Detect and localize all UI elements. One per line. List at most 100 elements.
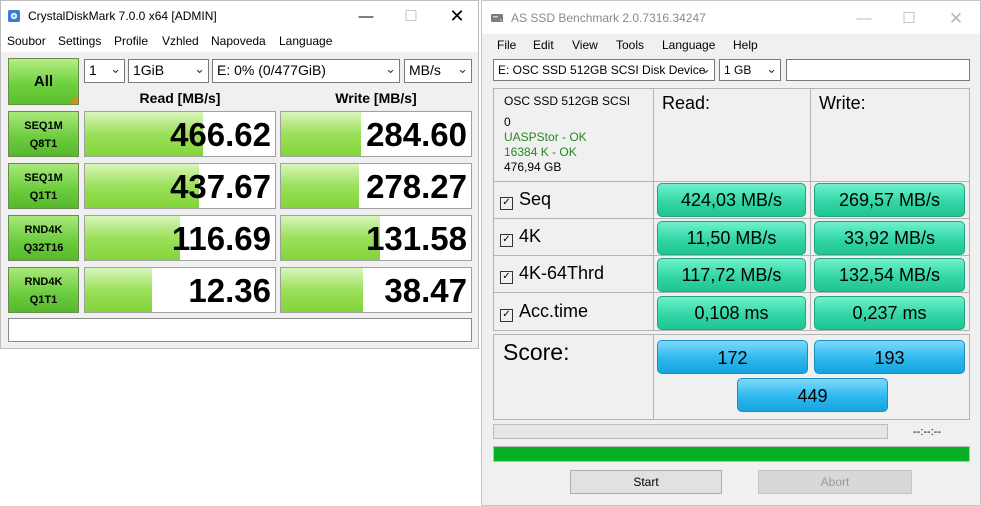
close-button[interactable]: ✕: [933, 3, 979, 34]
chevron-down-icon: ⌄: [700, 61, 711, 76]
write-bar: [281, 112, 361, 156]
row-label: 4K: [519, 226, 542, 246]
checkbox-checked-icon[interactable]: ✓: [500, 234, 513, 247]
test-sublabel: Q8T1: [29, 138, 58, 150]
cdm-titlebar: CrystalDiskMark 7.0.0 x64 [ADMIN] — ☐ ✕: [1, 1, 478, 32]
read-column-header: Read:: [662, 93, 711, 113]
close-button[interactable]: ✕: [434, 1, 480, 32]
test-row-4k: ✓ 4K: [493, 218, 654, 256]
progress-bar: [493, 424, 888, 439]
menu-profile[interactable]: Profile: [114, 34, 148, 48]
test-sublabel: Q32T16: [23, 242, 64, 254]
read-result: 116.69: [84, 215, 276, 261]
disk-app-icon: [8, 10, 20, 22]
test-label: SEQ1M: [24, 172, 63, 184]
read-header-cell: Read:: [653, 88, 811, 182]
menu-napoveda[interactable]: Napoveda: [211, 34, 266, 48]
write-value: 284.60: [366, 116, 467, 153]
checkbox-checked-icon[interactable]: ✓: [500, 309, 513, 322]
read-result: 466.62: [84, 111, 276, 157]
score-label: Score:: [503, 339, 570, 365]
read-result: 12.36: [84, 267, 276, 313]
drive-select[interactable]: E: 0% (0/477GiB) ⌄: [212, 59, 400, 83]
total-progress-fill: [494, 447, 969, 461]
test-row-acc-time: ✓ Acc.time: [493, 292, 654, 331]
test-button-rnd4k-q32t16[interactable]: RND4K Q32T16: [8, 215, 79, 261]
write-bar: [281, 268, 363, 312]
row-label: 4K-64Thrd: [519, 263, 605, 283]
info-field[interactable]: [786, 59, 970, 81]
menu-vzhled[interactable]: Vzhled: [162, 34, 199, 48]
read-result: 117,72 MB/s: [657, 258, 806, 292]
write-header: Write [MB/s]: [335, 90, 417, 106]
menu-soubor[interactable]: Soubor: [7, 34, 46, 48]
test-button-seq1m-q8t1[interactable]: SEQ1M Q8T1: [8, 111, 79, 157]
all-button[interactable]: All: [8, 58, 79, 105]
write-value: 278.27: [366, 168, 467, 205]
read-bar: [85, 268, 152, 312]
drive-app-icon: [491, 14, 503, 22]
device-info-line: 0: [504, 115, 511, 129]
row-label: Acc.time: [519, 301, 589, 321]
write-result: 38.47: [280, 267, 472, 313]
write-result: 131.58: [280, 215, 472, 261]
device-select[interactable]: E: OSC SSD 512GB SCSI Disk Device ⌄: [493, 59, 715, 81]
asssd-window: AS SSD Benchmark 2.0.7316.34247 — ☐ ✕ Fi…: [481, 0, 981, 506]
minimize-button[interactable]: —: [841, 3, 887, 34]
menu-edit[interactable]: Edit: [533, 38, 554, 52]
driver-status: UASPStor - OK: [504, 130, 587, 144]
all-button-label: All: [33, 73, 54, 90]
row-label: Seq: [519, 189, 552, 209]
test-row-4k-64thrd: ✓ 4K-64Thrd: [493, 255, 654, 293]
read-value: 12.36: [188, 272, 271, 309]
minimize-button[interactable]: —: [343, 1, 389, 32]
test-button-seq1m-q1t1[interactable]: SEQ1M Q1T1: [8, 163, 79, 209]
menu-view[interactable]: View: [572, 38, 598, 52]
menu-settings[interactable]: Settings: [58, 34, 101, 48]
menu-language[interactable]: Language: [662, 38, 715, 52]
read-header: Read [MB/s]: [139, 90, 221, 106]
test-row-seq: ✓ Seq: [493, 181, 654, 219]
menu-language[interactable]: Language: [279, 34, 332, 48]
read-value: 437.67: [170, 168, 271, 205]
corner-marker: [69, 95, 78, 104]
test-size-value: 1 GB: [724, 63, 752, 77]
chevron-down-icon: ⌄: [457, 61, 468, 76]
menu-file[interactable]: File: [497, 38, 516, 52]
comment-field[interactable]: [8, 318, 472, 342]
device-info-panel: OSC SSD 512GB SCSI 0 UASPStor - OK 16384…: [493, 88, 654, 182]
score-write: 193: [814, 340, 965, 374]
start-button[interactable]: Start: [570, 470, 722, 494]
maximize-button[interactable]: ☐: [886, 3, 932, 34]
maximize-button[interactable]: ☐: [388, 1, 434, 32]
count-select[interactable]: 1 ⌄: [84, 59, 125, 83]
write-value: 38.47: [384, 272, 467, 309]
test-size-select[interactable]: 1 GB ⌄: [719, 59, 781, 81]
read-result: 0,108 ms: [657, 296, 806, 330]
checkbox-checked-icon[interactable]: ✓: [500, 271, 513, 284]
menu-help[interactable]: Help: [733, 38, 758, 52]
size-select[interactable]: 1GiB ⌄: [128, 59, 209, 83]
total-progress-bar: [493, 446, 970, 462]
menu-tools[interactable]: Tools: [616, 38, 644, 52]
test-label: SEQ1M: [24, 120, 63, 132]
chevron-down-icon: ⌄: [194, 61, 205, 76]
read-value: 116.69: [171, 220, 271, 257]
elapsed-time: --:--:--: [913, 426, 942, 438]
device-capacity: 476,94 GB: [504, 160, 562, 174]
read-result: 437.67: [84, 163, 276, 209]
device-select-value: E: OSC SSD 512GB SCSI Disk Device: [498, 63, 706, 77]
crystaldiskmark-window: CrystalDiskMark 7.0.0 x64 [ADMIN] — ☐ ✕ …: [0, 0, 479, 349]
checkbox-checked-icon[interactable]: ✓: [500, 197, 513, 210]
read-result: 11,50 MB/s: [657, 221, 806, 255]
test-button-rnd4k-q1t1[interactable]: RND4K Q1T1: [8, 267, 79, 313]
write-header-cell: Write:: [810, 88, 970, 182]
abort-button[interactable]: Abort: [758, 470, 912, 494]
alignment-status: 16384 K - OK: [504, 145, 577, 159]
write-result: 269,57 MB/s: [814, 183, 965, 217]
test-label: RND4K: [24, 276, 63, 288]
write-value: 131.58: [366, 220, 467, 257]
count-select-value: 1: [89, 62, 97, 78]
unit-select[interactable]: MB/s ⌄: [404, 59, 472, 83]
score-label-cell: Score:: [493, 334, 654, 420]
